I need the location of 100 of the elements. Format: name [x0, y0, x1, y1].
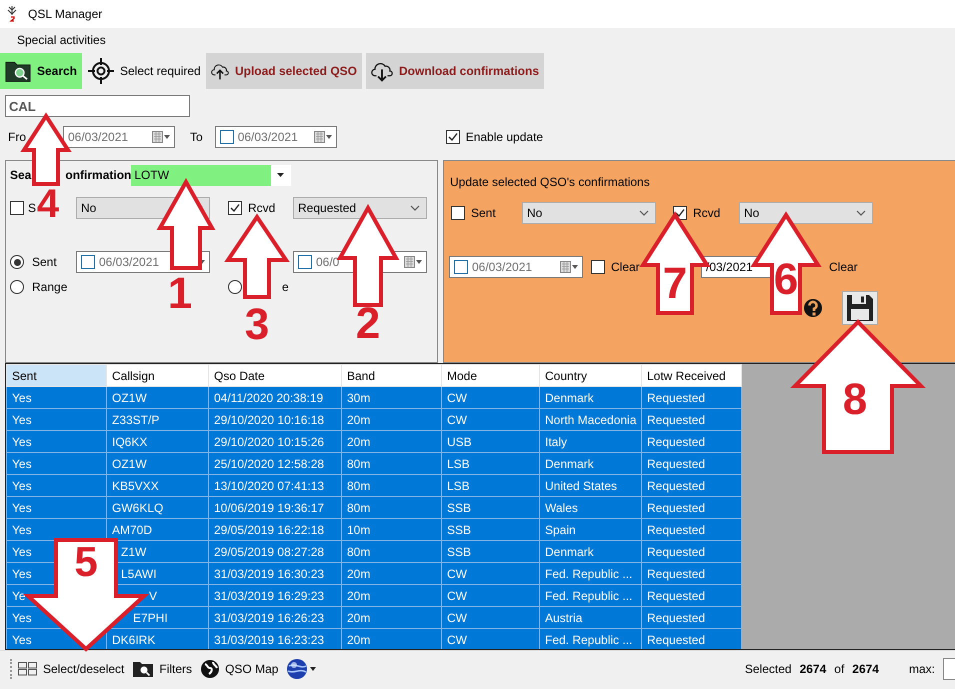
table-cell: Requested	[642, 408, 742, 430]
status-button[interactable]: QSO Map	[200, 658, 278, 678]
table-cell: 80m	[342, 496, 442, 518]
column-header[interactable]: Lotw Received	[642, 364, 742, 386]
checkbox[interactable]	[454, 260, 468, 274]
table-cell: 13/10/2020 07:41:13	[208, 474, 342, 496]
table-cell: AM70D	[106, 518, 208, 540]
radio-button[interactable]	[228, 280, 242, 294]
table-cell: 80m	[342, 452, 442, 474]
folder-search-icon	[132, 660, 154, 678]
checkbox-label: Rcvd	[248, 201, 276, 215]
group-title: Sea	[10, 168, 32, 182]
table-cell: Requested	[642, 496, 742, 518]
table-cell: Requested	[642, 452, 742, 474]
radio-button[interactable]	[10, 280, 24, 294]
checkbox[interactable]	[10, 201, 24, 215]
table-cell: 29/05/2019 08:27:28	[208, 540, 342, 562]
caret-icon	[276, 173, 284, 177]
table-cell: Yes	[6, 430, 106, 452]
table-cell: Yes	[6, 496, 106, 518]
status-button[interactable]: Filters	[132, 660, 192, 678]
date-field[interactable]: 06/03/2021	[63, 126, 175, 148]
service-dropdown[interactable]: LOTW	[131, 164, 291, 186]
date-field[interactable]: 06/03/2021	[214, 126, 337, 148]
checkbox[interactable]	[591, 260, 605, 274]
status-button[interactable]: Select/deselect	[18, 662, 124, 676]
table-cell: Requested	[642, 540, 742, 562]
group-title: Update selected QSO's confirmations	[450, 175, 650, 189]
table-cell: DK6IRK	[106, 628, 208, 649]
checkbox[interactable]	[220, 130, 234, 144]
calendar-icon	[152, 131, 170, 143]
caret-icon	[856, 210, 866, 216]
column-header[interactable]: Sent	[6, 364, 106, 386]
table-cell: 30m	[342, 386, 442, 408]
table-cell: 10m	[342, 518, 442, 540]
table-cell: Requested	[642, 430, 742, 452]
selected-count: 2674	[800, 662, 826, 676]
table-cell: 80m	[342, 540, 442, 562]
column-header[interactable]: Callsign	[106, 364, 208, 386]
checkbox[interactable]	[298, 255, 312, 269]
column-header[interactable]: Band	[342, 364, 442, 386]
to-label: To	[190, 130, 203, 144]
table-cell: Fed. Republic ...	[540, 562, 642, 584]
max-field[interactable]	[943, 658, 955, 680]
checkbox[interactable]	[446, 130, 460, 144]
table-cell: Requested	[642, 518, 742, 540]
table-cell: 25/10/2020 12:58:28	[208, 452, 342, 474]
calendar-icon	[314, 131, 332, 143]
caret-icon	[639, 210, 649, 216]
save-button[interactable]	[842, 291, 878, 325]
dropdown[interactable]: No	[522, 202, 656, 224]
caret-icon	[410, 205, 420, 211]
table-cell: Yes	[6, 408, 106, 430]
checkbox-label: Enable update	[466, 130, 544, 144]
table-cell: Italy	[540, 430, 642, 452]
of-label: of	[834, 662, 844, 676]
map-dropdown[interactable]	[286, 658, 316, 680]
table-cell: Yes	[6, 452, 106, 474]
download-button[interactable]: Download confirmations	[366, 53, 544, 89]
radio-label: Sent	[32, 255, 57, 269]
table-cell: Fed. Republic ...	[540, 584, 642, 606]
table-cell: Austria	[540, 606, 642, 628]
table-cell: CW	[442, 408, 540, 430]
window-title: QSL Manager	[28, 7, 102, 21]
table-cell: OZ1W	[106, 386, 208, 408]
search-button[interactable]: Search	[0, 53, 82, 89]
crosshair-icon	[88, 58, 114, 84]
table-cell: CW	[442, 562, 540, 584]
dropdown[interactable]: No	[739, 202, 873, 224]
table-cell: CW	[442, 606, 540, 628]
annotation-number: 6	[774, 258, 798, 302]
column-header[interactable]: Qso Date	[208, 364, 342, 386]
upload-button[interactable]: Upload selected QSO	[206, 53, 362, 89]
total-count: 2674	[852, 662, 879, 676]
checkbox-label: Sent	[471, 206, 496, 220]
menu-item[interactable]: Special activities	[17, 33, 106, 47]
column-header[interactable]: Mode	[442, 364, 540, 386]
checkbox-label: S	[28, 201, 36, 215]
radio-button[interactable]	[10, 255, 24, 269]
dropdown[interactable]: Requested	[293, 197, 427, 219]
selected-label: Selected	[744, 662, 792, 676]
table-cell: 31/03/2019 16:26:23	[208, 606, 342, 628]
table-cell: 20m	[342, 408, 442, 430]
table-cell: Yes	[6, 474, 106, 496]
date-field[interactable]: 06/03/2021	[449, 256, 583, 278]
app-icon	[6, 6, 18, 22]
help-icon[interactable]	[804, 298, 822, 318]
checkbox[interactable]	[228, 201, 242, 215]
column-header[interactable]: Country	[540, 364, 642, 386]
table-cell: OZ1W	[106, 452, 208, 474]
table-cell: Wales	[540, 496, 642, 518]
checkbox[interactable]	[451, 206, 465, 220]
table-cell: 20m	[342, 584, 442, 606]
table-cell: Requested	[642, 386, 742, 408]
table-cell: LSB	[442, 474, 540, 496]
table-cell: Denmark	[540, 386, 642, 408]
checkbox[interactable]	[81, 255, 95, 269]
callsign-field[interactable]: CAL	[5, 95, 190, 117]
table-cell: LSB	[442, 452, 540, 474]
select-required-button[interactable]: Select required	[82, 53, 206, 89]
